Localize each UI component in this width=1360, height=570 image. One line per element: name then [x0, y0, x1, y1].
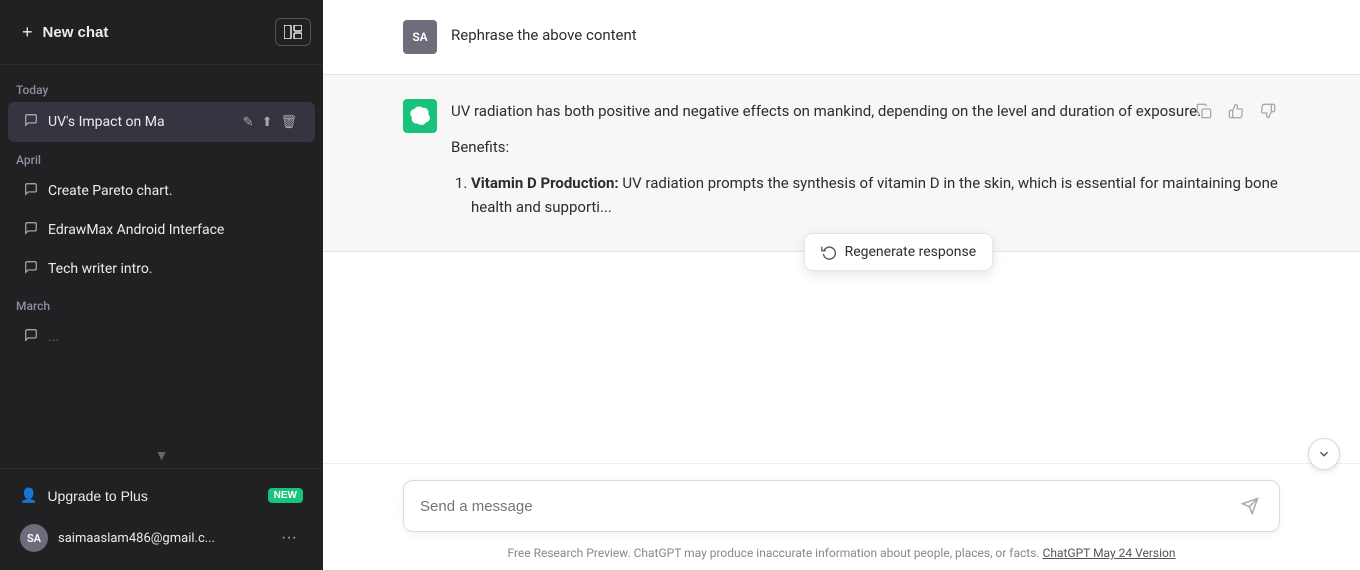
section-march-label: March: [0, 289, 323, 317]
avatar: SA: [20, 524, 48, 552]
footer-text: Free Research Preview. ChatGPT may produ…: [507, 546, 1039, 560]
send-button[interactable]: [1237, 493, 1263, 519]
sidebar-item-pareto[interactable]: Create Pareto chart.: [8, 172, 315, 210]
message-input[interactable]: [420, 498, 1237, 515]
send-icon: [1241, 497, 1259, 515]
sidebar-item-text: EdrawMax Android Interface: [48, 222, 299, 238]
plus-icon: +: [22, 22, 33, 43]
user-icon: 👤: [20, 487, 37, 504]
benefits-list: Vitamin D Production: UV radiation promp…: [451, 171, 1280, 219]
assistant-content: UV radiation has both positive and negat…: [451, 99, 1280, 227]
sidebar-bottom: 👤 Upgrade to Plus NEW SA saimaaslam486@g…: [0, 468, 323, 570]
scroll-down-area: ▼: [0, 443, 323, 468]
upgrade-label: Upgrade to Plus: [47, 488, 147, 504]
edit-icon[interactable]: ✎: [241, 112, 256, 132]
chat-icon: [24, 260, 38, 278]
footer: Free Research Preview. ChatGPT may produ…: [323, 540, 1360, 570]
chat-icon: [24, 182, 38, 200]
user-row[interactable]: SA saimaaslam486@gmail.c... ···: [8, 514, 315, 562]
chevron-down-icon: [1317, 447, 1331, 461]
benefits-label: Benefits:: [451, 135, 1280, 159]
sidebar-header: + New chat: [0, 0, 323, 65]
main-content: SA Rephrase the above content UV radiati…: [323, 0, 1360, 570]
regenerate-label: Regenerate response: [845, 244, 977, 260]
assistant-avatar: [403, 99, 437, 133]
benefit-item-1: Vitamin D Production: UV radiation promp…: [471, 171, 1280, 219]
openai-icon: [410, 106, 430, 126]
share-icon[interactable]: ⬆: [260, 112, 275, 132]
user-message: SA Rephrase the above content: [323, 0, 1360, 74]
input-area: [323, 463, 1360, 540]
sidebar-item-uv-impact[interactable]: UV's Impact on Ma ✎ ⬆ 🗑: [8, 102, 315, 142]
regenerate-icon: [821, 244, 837, 260]
thumbs-up-button[interactable]: [1224, 99, 1248, 128]
sidebar-item-march[interactable]: ...: [8, 318, 315, 356]
chat-area[interactable]: SA Rephrase the above content UV radiati…: [323, 0, 1360, 463]
benefit-1-label: Vitamin D Production:: [471, 174, 619, 192]
user-email: saimaaslam486@gmail.c...: [58, 531, 265, 546]
section-april-label: April: [0, 143, 323, 171]
scroll-to-bottom-button[interactable]: [1308, 438, 1340, 470]
user-avatar: SA: [403, 20, 437, 54]
item-actions: ✎ ⬆ 🗑: [241, 112, 299, 132]
layout-icon: [284, 25, 302, 39]
sidebar: + New chat Today UV's Impact on Ma ✎ ⬆ 🗑: [0, 0, 323, 570]
chat-icon: [24, 221, 38, 239]
new-badge: NEW: [268, 488, 303, 503]
upgrade-to-plus-button[interactable]: 👤 Upgrade to Plus NEW: [8, 477, 315, 514]
section-today-label: Today: [0, 73, 323, 101]
layout-toggle-button[interactable]: [275, 18, 311, 46]
sidebar-scroll-area[interactable]: Today UV's Impact on Ma ✎ ⬆ 🗑 April Crea…: [0, 65, 323, 443]
sidebar-item-text: ...: [48, 329, 299, 345]
response-intro: UV radiation has both positive and negat…: [451, 99, 1280, 123]
chat-icon: [24, 328, 38, 346]
user-message-text: Rephrase the above content: [451, 20, 637, 44]
sidebar-item-tech-writer[interactable]: Tech writer intro.: [8, 250, 315, 288]
message-actions: [1192, 99, 1280, 128]
sidebar-item-text: UV's Impact on Ma: [48, 114, 231, 130]
regenerate-popup[interactable]: Regenerate response: [804, 233, 994, 271]
copy-button[interactable]: [1192, 99, 1216, 128]
sidebar-item-text: Tech writer intro.: [48, 261, 299, 277]
input-box: [403, 480, 1280, 532]
new-chat-button[interactable]: + New chat: [12, 14, 275, 51]
new-chat-label: New chat: [43, 24, 109, 41]
sidebar-item-edrawmax[interactable]: EdrawMax Android Interface: [8, 211, 315, 249]
sidebar-item-text: Create Pareto chart.: [48, 183, 299, 199]
thumbs-down-button[interactable]: [1256, 99, 1280, 128]
delete-icon[interactable]: 🗑: [278, 112, 299, 132]
assistant-message: UV radiation has both positive and negat…: [323, 74, 1360, 252]
chevron-down-icon: ▼: [155, 447, 169, 464]
footer-link[interactable]: ChatGPT May 24 Version: [1043, 546, 1176, 560]
chat-icon: [24, 113, 38, 131]
user-menu-button[interactable]: ···: [275, 527, 303, 549]
